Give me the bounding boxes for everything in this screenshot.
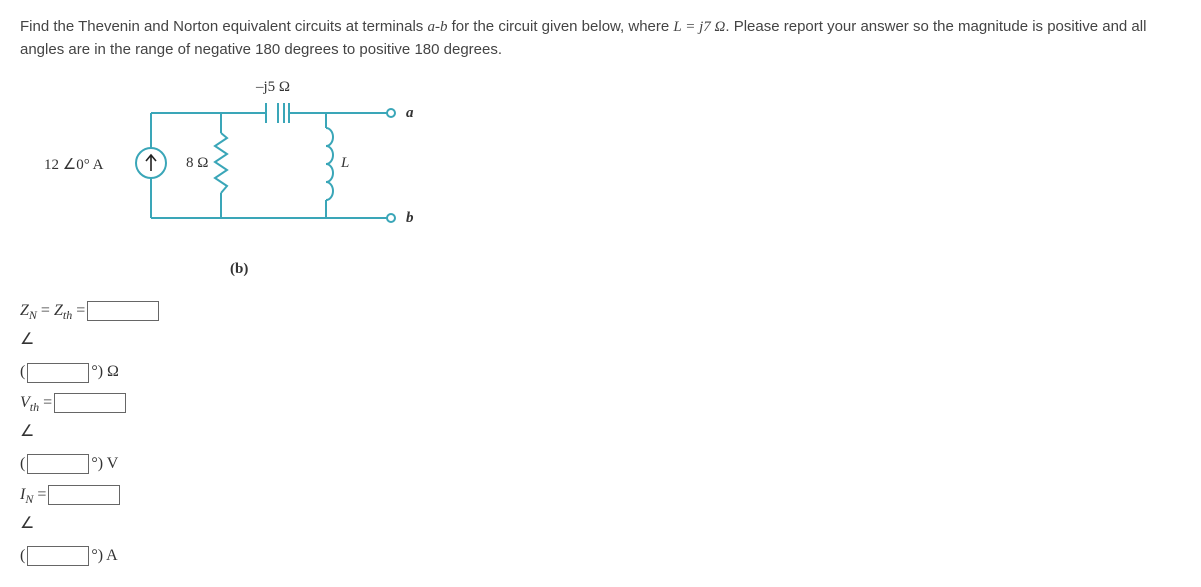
in-unit: °) A — [91, 541, 117, 571]
vth-paren: ( — [20, 449, 25, 479]
vth-unit: °) V — [91, 449, 118, 479]
problem-L: L = j7 Ω — [673, 19, 725, 35]
in-ang-input[interactable] — [27, 546, 89, 566]
zn-ang-input[interactable] — [27, 363, 89, 383]
problem-ab: a-b — [427, 19, 447, 35]
vth-label: Vth = — [20, 388, 52, 419]
inductor-label: L — [341, 155, 349, 172]
vth-angle-sym: ∠ — [20, 417, 34, 447]
in-angle-sym: ∠ — [20, 509, 34, 539]
resistor-label: 8 Ω — [186, 155, 208, 172]
figure-caption: (b) — [230, 261, 1181, 278]
zn-label: ZN = Zth = — [20, 296, 85, 327]
answer-section: ZN = Zth = ∠ ( °) Ω Vth = ∠ ( °) V IN = … — [20, 296, 1181, 571]
terminal-b-label: b — [406, 210, 414, 227]
terminal-a-label: a — [406, 105, 414, 122]
vth-mag-input[interactable] — [54, 393, 126, 413]
in-mag-input[interactable] — [48, 485, 120, 505]
zn-unit: °) Ω — [91, 357, 119, 387]
problem-prefix: Find the Thevenin and Norton equivalent … — [20, 18, 427, 35]
cap-label: –j5 Ω — [256, 79, 290, 96]
vth-ang-input[interactable] — [27, 454, 89, 474]
problem-mid: for the circuit given below, where — [447, 18, 673, 35]
circuit-diagram: –j5 Ω 12 ∠0° A 8 Ω L a b — [26, 73, 446, 253]
zn-paren: ( — [20, 357, 25, 387]
in-paren: ( — [20, 541, 25, 571]
source-label: 12 ∠0° A — [44, 155, 103, 174]
problem-statement: Find the Thevenin and Norton equivalent … — [20, 16, 1181, 61]
zn-angle-sym: ∠ — [20, 325, 34, 355]
zn-mag-input[interactable] — [87, 301, 159, 321]
in-label: IN = — [20, 480, 46, 511]
